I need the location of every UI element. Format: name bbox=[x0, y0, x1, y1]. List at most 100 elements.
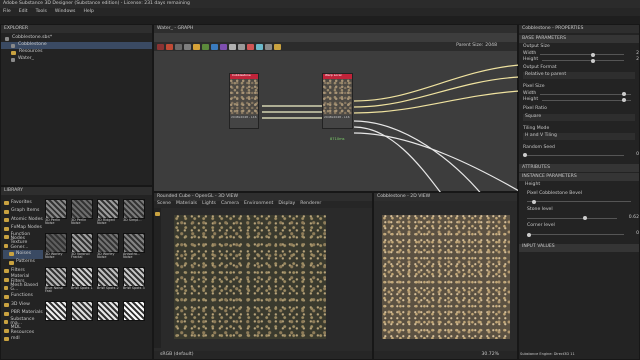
pixel-height-slider[interactable] bbox=[542, 98, 631, 103]
menu-help[interactable]: Help bbox=[83, 9, 93, 15]
section-base[interactable]: BASE PARAMETERS bbox=[519, 35, 639, 43]
height-value[interactable]: 2 bbox=[636, 58, 639, 63]
toolbar-node-icon[interactable] bbox=[157, 43, 164, 50]
toolbar-node-icon[interactable] bbox=[238, 43, 245, 50]
view3d-viewport[interactable] bbox=[174, 215, 326, 339]
view3d-tab[interactable]: Rounded Cube - OpenGL - 3D VIEW bbox=[157, 194, 238, 200]
view2d-zoom[interactable]: 30.72% bbox=[481, 352, 499, 358]
pixel-height-param-slider[interactable] bbox=[527, 199, 631, 204]
corner-level-slider[interactable] bbox=[527, 232, 625, 237]
library-category[interactable]: Mesh Based G... bbox=[3, 282, 43, 293]
graph-tab[interactable]: Water_ - GRAPH bbox=[157, 26, 193, 32]
view3d-menu-item[interactable]: Lights bbox=[202, 202, 216, 207]
toolbar-node-icon[interactable] bbox=[175, 43, 182, 50]
explorer-item-water[interactable]: Water_ bbox=[1, 56, 152, 63]
app-title: Adobe Substance 3D Designer (Substance e… bbox=[3, 0, 190, 6]
library-category-label: mdl bbox=[11, 335, 20, 341]
library-item[interactable]: BnW Spots 3 bbox=[123, 267, 147, 299]
library-item[interactable]: BnW Spots 2 bbox=[97, 267, 121, 299]
toolbar-node-icon[interactable] bbox=[274, 43, 281, 50]
folder-icon bbox=[4, 218, 9, 223]
light-icon[interactable] bbox=[155, 212, 160, 216]
menu-tools[interactable]: Tools bbox=[36, 9, 47, 15]
library-item[interactable]: 3D Voronoi Fractal bbox=[71, 233, 95, 265]
parent-size-value[interactable]: 2048 bbox=[485, 44, 497, 49]
library-category[interactable]: Favorites bbox=[3, 199, 43, 208]
toolbar-node-icon[interactable] bbox=[247, 43, 254, 50]
section-instance[interactable]: INSTANCE PARAMETERS bbox=[519, 173, 639, 182]
height-group-label[interactable]: Height bbox=[519, 181, 639, 190]
library-category[interactable]: Functions bbox=[3, 293, 43, 302]
library-item-label: Blue Noise Fast bbox=[45, 286, 63, 294]
view3d-menu-item[interactable]: Scene bbox=[157, 202, 171, 207]
section-inputs[interactable]: INPUT VALUES bbox=[519, 243, 639, 252]
stone-level-slider[interactable] bbox=[527, 216, 617, 221]
library-item[interactable]: 3D Worley Noise bbox=[97, 233, 121, 265]
library-item[interactable]: Anisotro... Noise bbox=[123, 233, 147, 265]
random-seed-value[interactable]: 0 bbox=[636, 152, 639, 158]
explorer-item-resources[interactable]: Resources bbox=[1, 49, 152, 56]
width-slider[interactable] bbox=[540, 52, 625, 57]
menu-edit[interactable]: Edit bbox=[19, 9, 28, 15]
library-category[interactable]: Graph Items bbox=[3, 208, 43, 217]
library-item[interactable] bbox=[97, 301, 121, 333]
library-title: LIBRARY bbox=[4, 187, 23, 193]
view3d-menu-item[interactable]: Display bbox=[278, 202, 295, 207]
menu-file[interactable]: File bbox=[3, 9, 11, 15]
library-item[interactable]: 3D Simpl... bbox=[123, 199, 147, 231]
library-item[interactable]: 3D Perlin Noise bbox=[45, 199, 69, 231]
view3d-menu-item[interactable]: Camera bbox=[221, 202, 239, 207]
toolbar-node-icon[interactable] bbox=[202, 43, 209, 50]
view3d-menu-item[interactable]: Materials bbox=[176, 202, 197, 207]
library-item[interactable]: 3D Worley Noise bbox=[45, 233, 69, 265]
library-item[interactable]: Blue Noise Fast bbox=[45, 267, 69, 299]
graph-node-warp[interactable]: Warp Local 2048x2048 - L16 bbox=[322, 73, 353, 129]
parent-size-label: Parent Size: bbox=[456, 43, 484, 49]
view2d-tab[interactable]: Cobblestone - 2D VIEW bbox=[377, 194, 430, 200]
explorer-item-cobblestone[interactable]: Cobblestone bbox=[1, 42, 152, 49]
output-format-select[interactable]: Relative to parent bbox=[523, 72, 635, 79]
library-item[interactable]: BnW Spots 1 bbox=[71, 267, 95, 299]
graph-node-cobblestone[interactable]: Cobblestone 2048x2048 - L16 bbox=[229, 73, 259, 129]
library-item[interactable]: 3D Ridged Noise bbox=[97, 199, 121, 231]
folder-icon bbox=[4, 320, 9, 325]
package-icon bbox=[5, 36, 9, 41]
library-category[interactable]: Atomic Nodes bbox=[3, 216, 43, 225]
library-item[interactable]: 3D Perlin Noise bbox=[71, 199, 95, 231]
section-attributes[interactable]: ATTRIBUTES bbox=[519, 164, 639, 173]
library-category[interactable]: Noises bbox=[3, 250, 43, 259]
tiling-mode-select[interactable]: H and V Tiling bbox=[523, 133, 635, 140]
library-item-label: 3D Worley Noise bbox=[45, 252, 63, 260]
library-category-label: FxMap Nodes bbox=[11, 225, 42, 231]
view3d-menu-item[interactable]: Environment bbox=[244, 202, 273, 207]
stone-level-value[interactable]: 0.62 bbox=[629, 215, 639, 221]
toolbar-node-icon[interactable] bbox=[265, 43, 272, 50]
toolbar-node-icon[interactable] bbox=[184, 43, 191, 50]
height-slider[interactable] bbox=[542, 58, 625, 63]
pixel-width-slider[interactable] bbox=[540, 92, 631, 97]
toolbar-node-icon[interactable] bbox=[220, 43, 227, 50]
random-seed-slider[interactable] bbox=[523, 153, 625, 158]
menu-windows[interactable]: Windows bbox=[55, 9, 76, 15]
library-category[interactable]: mdl bbox=[3, 335, 43, 344]
library-item[interactable] bbox=[123, 301, 147, 333]
toolbar-node-icon[interactable] bbox=[193, 43, 200, 50]
toolbar-node-icon[interactable] bbox=[229, 43, 236, 50]
corner-level-value[interactable]: 0 bbox=[636, 232, 639, 237]
library-category[interactable]: Patterns bbox=[3, 259, 43, 268]
view2d-viewport[interactable] bbox=[382, 215, 510, 339]
view3d-menu-item[interactable]: Renderer bbox=[300, 202, 321, 207]
toolbar-node-icon[interactable] bbox=[166, 43, 173, 50]
toolbar-node-icon[interactable] bbox=[256, 43, 263, 50]
toolbar-node-icon[interactable] bbox=[211, 43, 218, 50]
library-category[interactable]: MDL Resources bbox=[3, 325, 43, 336]
library-item[interactable] bbox=[71, 301, 95, 333]
library-category-label: Mesh Based G... bbox=[10, 282, 39, 293]
library-category[interactable]: 3D View bbox=[3, 301, 43, 310]
pixel-ratio-label: Pixel Ratio bbox=[523, 106, 547, 112]
explorer-item-package[interactable]: Cobblestone.sbs* bbox=[1, 35, 152, 42]
view3d-colorspace[interactable]: sRGB (default) bbox=[160, 352, 194, 358]
library-item[interactable] bbox=[45, 301, 69, 333]
library-category[interactable]: Texture Gener... bbox=[3, 240, 43, 251]
pixel-ratio-select[interactable]: Square bbox=[523, 113, 635, 121]
